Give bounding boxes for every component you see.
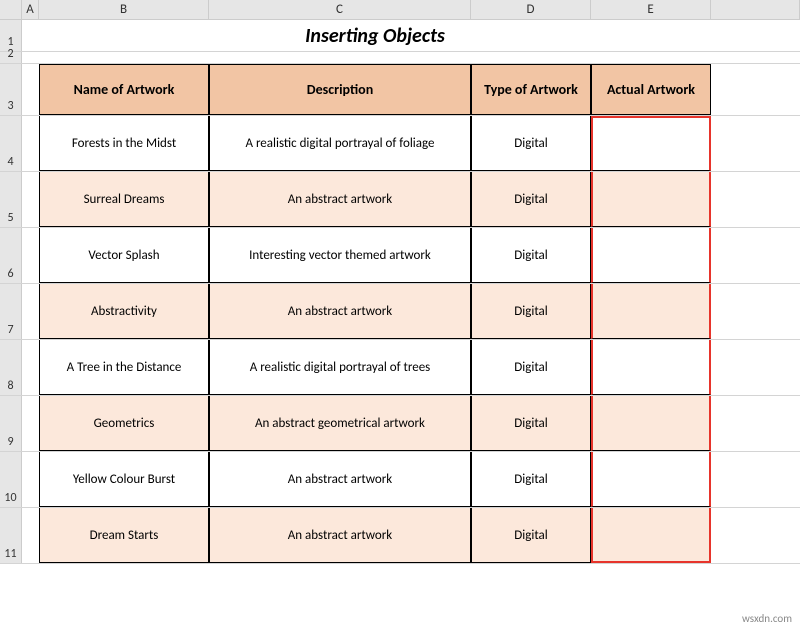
cell-rest-4[interactable] [711, 116, 800, 171]
cell-desc-1[interactable]: An abstract artwork [209, 172, 471, 227]
cell-A5[interactable] [22, 172, 39, 227]
cell-rest-11[interactable] [711, 508, 800, 563]
cell-type-4[interactable]: Digital [471, 340, 591, 395]
row-header-3[interactable]: 3 [0, 64, 22, 115]
row-header-6[interactable]: 6 [0, 228, 22, 283]
cell-type-5[interactable]: Digital [471, 396, 591, 451]
cell-type-0[interactable]: Digital [471, 116, 591, 171]
row-10: 10 Yellow Colour Burst An abstract artwo… [0, 452, 800, 508]
cell-type-6[interactable]: Digital [471, 452, 591, 507]
cell-rest-9[interactable] [711, 396, 800, 451]
cell-rest-8[interactable] [711, 340, 800, 395]
cell-A10[interactable] [22, 452, 39, 507]
row-6: 6 Vector Splash Interesting vector theme… [0, 228, 800, 284]
row-5: 5 Surreal Dreams An abstract artwork Dig… [0, 172, 800, 228]
cell-D2[interactable] [471, 52, 591, 63]
col-header-rest [711, 0, 800, 19]
cell-name-1[interactable]: Surreal Dreams [39, 172, 209, 227]
row-7: 7 Abstractivity An abstract artwork Digi… [0, 284, 800, 340]
cell-desc-5[interactable]: An abstract geometrical artwork [209, 396, 471, 451]
page-title[interactable]: Inserting Objects [39, 20, 711, 51]
cell-type-7[interactable]: Digital [471, 508, 591, 563]
row-header-2[interactable]: 2 [0, 52, 22, 63]
cell-name-3[interactable]: Abstractivity [39, 284, 209, 339]
cell-rest-5[interactable] [711, 172, 800, 227]
row-header-7[interactable]: 7 [0, 284, 22, 339]
cell-rest-3[interactable] [711, 64, 800, 115]
col-header-A[interactable]: A [22, 0, 39, 19]
cell-actual-2[interactable] [591, 228, 711, 283]
col-header-E[interactable]: E [591, 0, 711, 19]
cell-actual-4[interactable] [591, 340, 711, 395]
col-header-D[interactable]: D [471, 0, 591, 19]
spreadsheet: A B C D E 1 Inserting Objects 2 3 Na [0, 0, 800, 629]
cell-type-3[interactable]: Digital [471, 284, 591, 339]
row-9: 9 Geometrics An abstract geometrical art… [0, 396, 800, 452]
cell-A4[interactable] [22, 116, 39, 171]
row-3: 3 Name of Artwork Description Type of Ar… [0, 64, 800, 116]
row-header-8[interactable]: 8 [0, 340, 22, 395]
row-8: 8 A Tree in the Distance A realistic dig… [0, 340, 800, 396]
col-header-C[interactable]: C [209, 0, 471, 19]
row-area: 1 Inserting Objects 2 3 Name of Artwork … [0, 20, 800, 564]
select-all-corner[interactable] [0, 0, 22, 19]
row-header-4[interactable]: 4 [0, 116, 22, 171]
cell-E2[interactable] [591, 52, 711, 63]
cell-name-4[interactable]: A Tree in the Distance [39, 340, 209, 395]
cell-type-2[interactable]: Digital [471, 228, 591, 283]
cell-actual-5[interactable] [591, 396, 711, 451]
row-header-5[interactable]: 5 [0, 172, 22, 227]
cell-rest-2[interactable] [711, 52, 800, 63]
row-1: 1 Inserting Objects [0, 20, 800, 52]
cell-desc-6[interactable]: An abstract artwork [209, 452, 471, 507]
cell-name-0[interactable]: Forests in the Midst [39, 116, 209, 171]
col-header-B[interactable]: B [39, 0, 209, 19]
row-4: 4 Forests in the Midst A realistic digit… [0, 116, 800, 172]
cell-A7[interactable] [22, 284, 39, 339]
row-header-11[interactable]: 11 [0, 508, 22, 563]
cell-A2[interactable] [22, 52, 39, 63]
cell-desc-7[interactable]: An abstract artwork [209, 508, 471, 563]
cell-rest-7[interactable] [711, 284, 800, 339]
th-type[interactable]: Type of Artwork [471, 64, 591, 115]
cell-type-1[interactable]: Digital [471, 172, 591, 227]
cell-desc-2[interactable]: Interesting vector themed artwork [209, 228, 471, 283]
cell-actual-7[interactable] [591, 508, 711, 563]
cell-actual-0[interactable] [591, 116, 711, 171]
cell-name-6[interactable]: Yellow Colour Burst [39, 452, 209, 507]
cell-A8[interactable] [22, 340, 39, 395]
cell-rest-10[interactable] [711, 452, 800, 507]
cell-rest-6[interactable] [711, 228, 800, 283]
cell-desc-0[interactable]: A realistic digital portrayal of foliage [209, 116, 471, 171]
row-2: 2 [0, 52, 800, 64]
cell-name-5[interactable]: Geometrics [39, 396, 209, 451]
cell-actual-1[interactable] [591, 172, 711, 227]
th-name[interactable]: Name of Artwork [39, 64, 209, 115]
cell-A11[interactable] [22, 508, 39, 563]
cell-desc-4[interactable]: A realistic digital portrayal of trees [209, 340, 471, 395]
cell-B2[interactable] [39, 52, 209, 63]
cell-A1[interactable] [22, 20, 39, 51]
th-actual[interactable]: Actual Artwork [591, 64, 711, 115]
cell-name-2[interactable]: Vector Splash [39, 228, 209, 283]
row-header-9[interactable]: 9 [0, 396, 22, 451]
row-11: 11 Dream Starts An abstract artwork Digi… [0, 508, 800, 564]
cell-name-7[interactable]: Dream Starts [39, 508, 209, 563]
watermark: wsxdn.com [742, 612, 792, 625]
th-description[interactable]: Description [209, 64, 471, 115]
cell-C2[interactable] [209, 52, 471, 63]
cell-A9[interactable] [22, 396, 39, 451]
cell-actual-6[interactable] [591, 452, 711, 507]
row-header-10[interactable]: 10 [0, 452, 22, 507]
cell-actual-3[interactable] [591, 284, 711, 339]
cell-desc-3[interactable]: An abstract artwork [209, 284, 471, 339]
cell-A6[interactable] [22, 228, 39, 283]
cell-rest-1[interactable] [711, 20, 800, 51]
column-header-row: A B C D E [0, 0, 800, 20]
cell-A3[interactable] [22, 64, 39, 115]
